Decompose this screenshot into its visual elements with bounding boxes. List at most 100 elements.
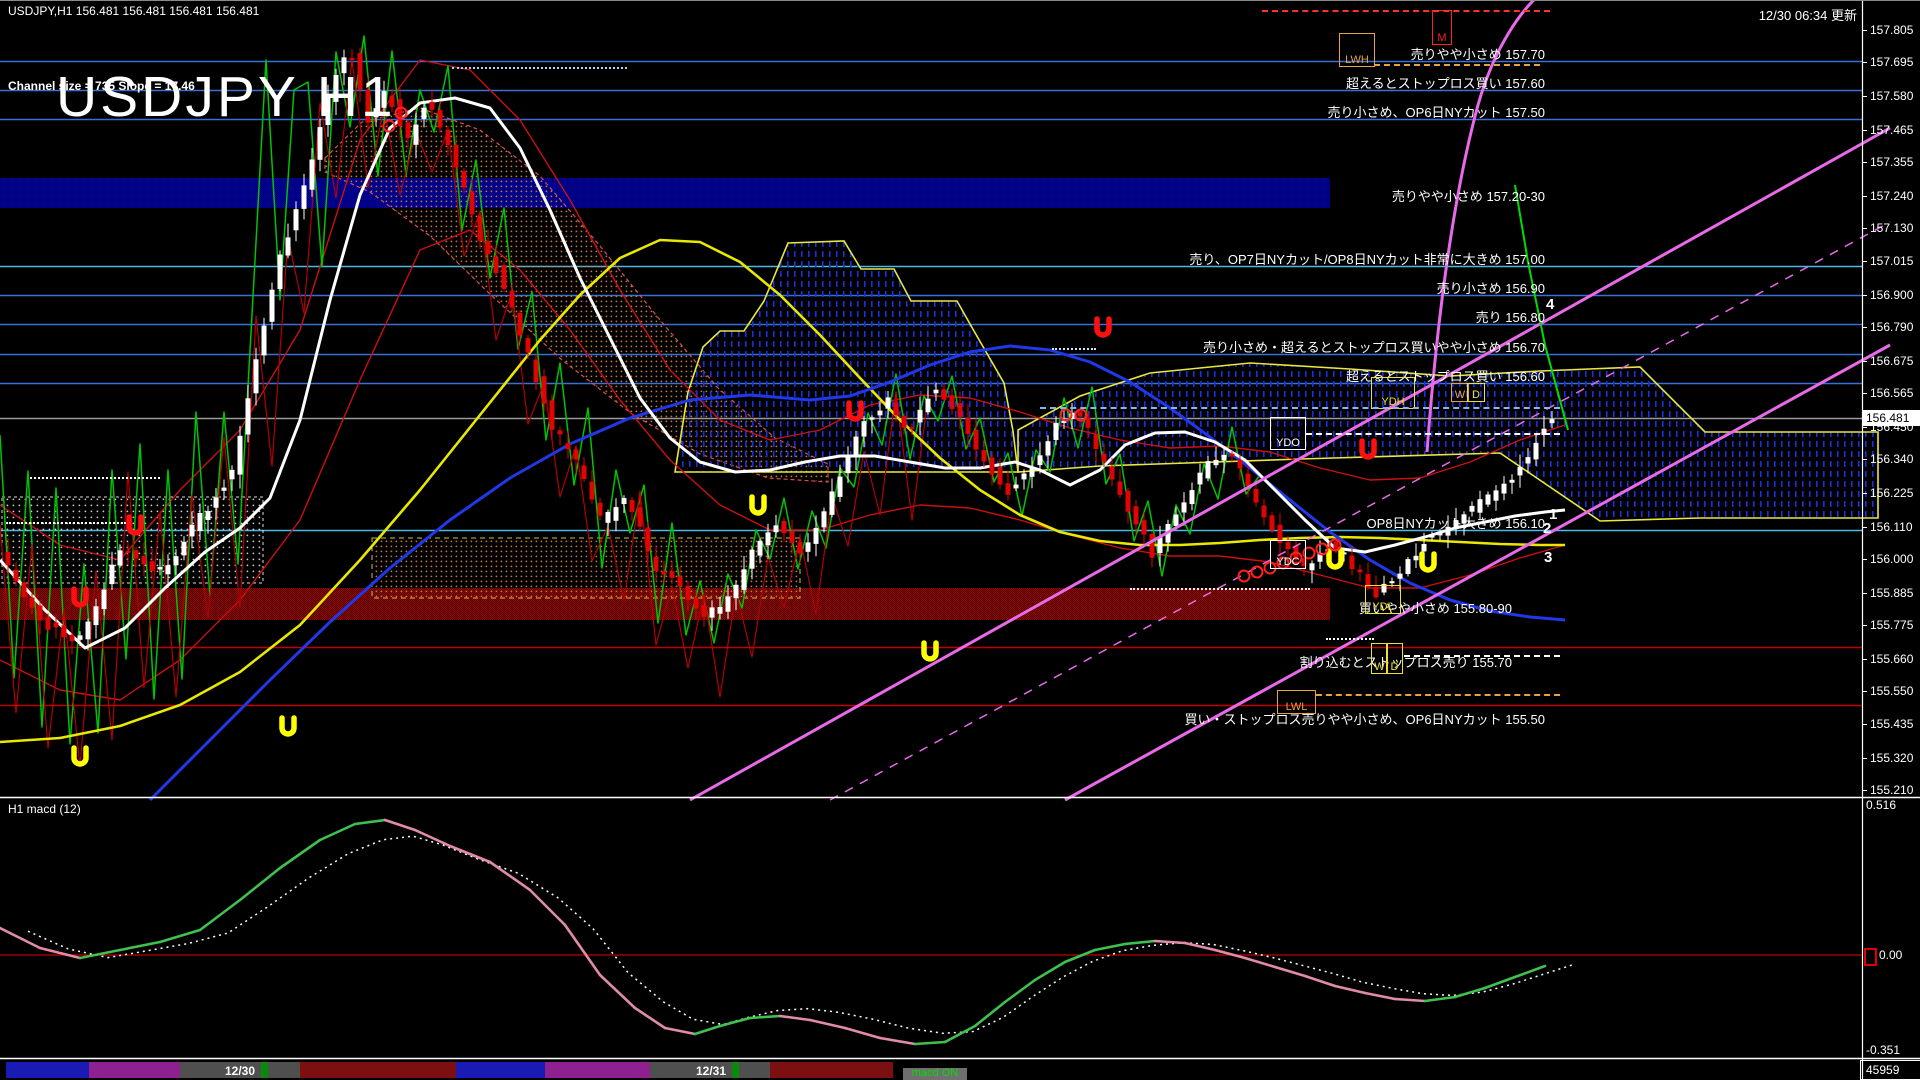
price-axis-label: 156.565 — [1870, 386, 1914, 400]
price-axis-label: 155.550 — [1870, 684, 1914, 698]
timeline-date-label: 12/30 — [225, 1064, 256, 1078]
last-updated-timestamp: 12/30 06:34 更新 — [1758, 8, 1857, 23]
chart-canvas[interactable] — [0, 0, 1920, 1080]
price-axis-label: 157.695 — [1870, 55, 1914, 69]
magnet-icon — [1419, 551, 1437, 573]
order-annotation: 売り小さめ 156.90 — [1436, 281, 1545, 296]
price-axis-label: 157.015 — [1870, 254, 1914, 268]
macd-toggle-button[interactable]: macd ON — [903, 1068, 967, 1080]
symbol-ohlc-readout: USDJPY,H1 156.481 156.481 156.481 156.48… — [8, 4, 260, 18]
timeline-segment — [300, 1062, 456, 1078]
price-axis-label: 156.000 — [1870, 552, 1914, 566]
dashed-marker-line — [1374, 64, 1540, 66]
order-annotation: 超えるとストップロス買い 157.60 — [1346, 76, 1545, 91]
price-axis-tick — [1862, 96, 1867, 97]
magnet-icon — [1094, 316, 1112, 338]
price-axis-tick — [1862, 659, 1867, 660]
marker-box-ydo: YDO — [1270, 417, 1306, 450]
dashed-marker-line — [452, 67, 627, 69]
dashed-marker-line — [1052, 348, 1096, 350]
price-axis-tick — [1862, 130, 1867, 131]
order-annotation: OP8日NYカット大きめ 156.10 — [1366, 516, 1545, 531]
macd-line — [0, 818, 1547, 1046]
timeline-segment — [456, 1062, 545, 1078]
magnet-icon — [749, 494, 767, 516]
price-axis-label: 155.435 — [1870, 717, 1914, 731]
price-axis-tick — [1862, 30, 1867, 31]
price-axis-label: 155.775 — [1870, 618, 1914, 632]
price-axis-tick — [1862, 459, 1867, 460]
session-open-marker — [261, 1062, 268, 1078]
price-axis-label: 157.130 — [1870, 221, 1914, 235]
magnet-icon — [921, 640, 939, 662]
timeline-segment — [545, 1062, 650, 1078]
price-axis-tick — [1862, 62, 1867, 63]
dashed-marker-line — [6, 522, 126, 524]
order-annotation: 売りやや小さめ 157.70 — [1410, 47, 1545, 62]
dashed-marker-line — [1040, 407, 1560, 409]
marker-box-ydl: YDL — [1365, 585, 1401, 614]
price-axis-tick — [1862, 790, 1867, 791]
marker-box-d: D — [1386, 643, 1403, 674]
timeline-segment — [89, 1062, 180, 1078]
price-axis-tick — [1862, 327, 1867, 328]
price-axis-tick — [1862, 527, 1867, 528]
wave-number: 2 — [1543, 520, 1552, 537]
price-axis-label: 156.790 — [1870, 320, 1914, 334]
dashed-marker-line — [1130, 588, 1310, 590]
price-axis-tick — [1862, 361, 1867, 362]
order-annotation: 売り小さめ、OP6日NYカット 157.50 — [1327, 105, 1545, 120]
price-axis-label: 156.225 — [1870, 486, 1914, 500]
marker-box-lwl: LWL — [1277, 690, 1316, 714]
price-axis-tick — [1862, 691, 1867, 692]
dashed-marker-line — [1262, 10, 1550, 12]
price-axis-tick — [1862, 228, 1867, 229]
window-border — [0, 0, 1920, 1]
marker-box-m: M — [1432, 10, 1452, 45]
price-axis-tick — [1862, 196, 1867, 197]
order-annotation: 買い・ストップロス売りやや小さめ、OP6日NYカット 155.50 — [1184, 712, 1545, 727]
current-price-tag: 156.481 — [1863, 410, 1920, 426]
price-axis-label: 157.355 — [1870, 155, 1914, 169]
dashed-marker-line — [1316, 694, 1560, 696]
price-axis-label: 156.900 — [1870, 288, 1914, 302]
corner-value-box: 45959 — [1860, 1060, 1920, 1080]
timeline-segment — [6, 1062, 89, 1078]
price-axis-tick — [1862, 593, 1867, 594]
macd-signal-line — [27, 835, 1574, 1035]
order-annotation: 売り小さめ・超えるとストップロス買いやや小さめ 156.70 — [1203, 340, 1545, 355]
marker-box-ydh: YDH — [1371, 377, 1415, 409]
session-open-marker — [732, 1062, 739, 1078]
marker-box-lwh: LWH — [1339, 33, 1375, 67]
dashed-marker-line — [30, 477, 160, 479]
alert-ring — [1315, 542, 1329, 556]
ichimoku-cloud-mid — [674, 240, 1019, 473]
magnet-icon — [71, 745, 89, 767]
macd-indicator-label: H1 macd (12) — [8, 802, 81, 816]
wave-number: 4 — [1546, 296, 1555, 313]
dashed-marker-line — [1326, 638, 1374, 640]
macd-zero-marker — [1864, 948, 1877, 966]
price-axis-tick — [1862, 758, 1867, 759]
price-axis-tick — [1862, 295, 1867, 296]
wave-number: 3 — [1544, 549, 1553, 566]
macd-zero-label: 0.00 — [1879, 948, 1903, 962]
price-axis-label: 156.340 — [1870, 452, 1914, 466]
order-annotation: 売り、OP7日NYカット/OP8日NYカット非常に大きめ 157.00 — [1189, 252, 1545, 267]
price-axis-tick — [1862, 625, 1867, 626]
dashed-marker-line — [1306, 433, 1560, 435]
price-axis-tick — [1862, 493, 1867, 494]
price-axis-label: 155.660 — [1870, 652, 1914, 666]
price-axis-label: 157.240 — [1870, 189, 1914, 203]
price-axis-tick — [1862, 724, 1867, 725]
sell-zone-band — [0, 178, 1330, 208]
timeline-segment — [770, 1062, 893, 1078]
magnet-icon — [1326, 548, 1344, 570]
price-axis-label: 155.210 — [1870, 783, 1914, 797]
order-annotation: 売りやや小さめ 157.20-30 — [1391, 189, 1545, 204]
timeline-date-label: 12/31 — [696, 1064, 727, 1078]
price-axis-label: 157.580 — [1870, 89, 1914, 103]
price-axis-label: 156.675 — [1870, 354, 1914, 368]
price-axis-label: 155.320 — [1870, 751, 1914, 765]
trading-terminal-window: USDJPY,H1 156.481 156.481 156.481 156.48… — [0, 0, 1920, 1080]
